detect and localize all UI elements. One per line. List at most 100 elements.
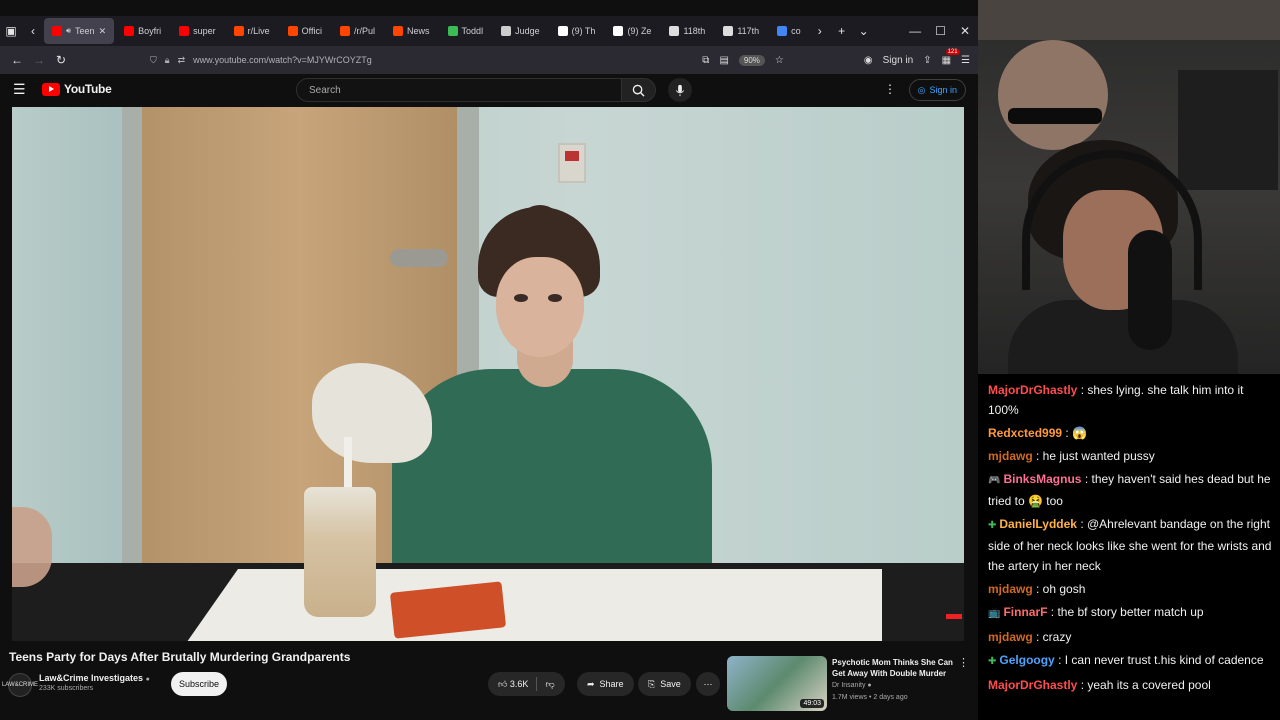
subscriber-count: 233K subscribers: [39, 685, 94, 692]
channel-avatar[interactable]: LAW&CRIME: [2, 673, 38, 697]
video-title: Teens Party for Days After Brutally Murd…: [9, 650, 351, 664]
save-label: Save: [660, 679, 681, 689]
chat-username[interactable]: Gelgoogy: [999, 653, 1054, 667]
app-menu-icon[interactable]: ☰: [961, 55, 970, 66]
recommended-video-more-icon[interactable]: ⋮: [958, 656, 969, 669]
maximize-icon[interactable]: ☐: [935, 24, 946, 38]
tab-label: co: [791, 26, 801, 36]
recommended-video-thumbnail[interactable]: 49:03: [727, 656, 827, 711]
shield-icon[interactable]: ⛉: [150, 55, 157, 66]
thumbs-down-icon: 👎︎: [545, 678, 555, 689]
tab-overview-icon[interactable]: ▣: [0, 20, 22, 42]
youtube-logo[interactable]: YouTube: [42, 82, 112, 96]
recommended-video-meta: 1.7M views • 2 days ago: [832, 694, 908, 701]
browser-tab[interactable]: (9) Th: [550, 18, 604, 44]
subscribe-button[interactable]: Subscribe: [171, 672, 228, 696]
webcam-background: [1178, 70, 1278, 190]
chat-username[interactable]: mjdawg: [988, 449, 1033, 463]
zoom-level[interactable]: 90%: [738, 54, 765, 66]
picture-in-picture-icon[interactable]: ⧉: [702, 55, 709, 66]
chat-username[interactable]: MajorDrGhastly: [988, 678, 1077, 692]
more-actions-button[interactable]: ⋯: [696, 672, 720, 696]
extensions-icon[interactable]: ⇪: [923, 55, 931, 66]
tab-favicon-icon: [393, 26, 404, 36]
browser-tab[interactable]: 117th: [715, 18, 767, 44]
tab-scroll-left-icon[interactable]: ‹: [22, 20, 44, 42]
chat-username[interactable]: MajorDrGhastly: [988, 383, 1077, 397]
browser-tab[interactable]: Offici: [280, 18, 330, 44]
chat-username[interactable]: FinnarF: [1003, 605, 1047, 619]
browser-tab[interactable]: Toddl: [440, 18, 492, 44]
tab-label: 118th: [683, 26, 706, 36]
audio-playing-icon[interactable]: 🔊︎: [66, 26, 71, 36]
back-icon[interactable]: ←: [6, 49, 28, 71]
chat-message: 📺 FinnarF : the bf story better match up: [988, 602, 1272, 624]
browser-tab[interactable]: /r/Pul: [332, 18, 383, 44]
video-player[interactable]: [12, 107, 964, 641]
browser-tab[interactable]: 🔊︎ Teen ✕: [44, 18, 115, 44]
url-text[interactable]: www.youtube.com/watch?v=MJYWrCOYZTg: [193, 55, 372, 65]
browser-tab[interactable]: 118th: [661, 18, 713, 44]
voice-search-button[interactable]: [668, 78, 692, 102]
browser-tab[interactable]: super: [171, 18, 224, 44]
like-button[interactable]: 👍︎ 3.6K: [498, 679, 528, 690]
tab-bar: ▣ ‹ 🔊︎ Teen ✕ Boyfri super r/Live Offici/r/Pul…: [0, 16, 978, 46]
permissions-icon[interactable]: ⇄: [178, 55, 186, 66]
reload-icon[interactable]: ↻: [50, 49, 72, 71]
chat-text: : the bf story better match up: [1050, 605, 1204, 619]
extension-badge-icon[interactable]: ▦ 121: [942, 48, 960, 66]
chat-badge-icon: ✚: [988, 656, 997, 667]
youtube-sign-in-label: Sign in: [929, 85, 957, 95]
account-icon[interactable]: ◉: [864, 55, 873, 66]
guide-menu-icon[interactable]: ☰: [13, 81, 26, 98]
browser-tab[interactable]: Judge: [493, 18, 548, 44]
share-icon: ➦: [587, 678, 595, 689]
forward-icon[interactable]: →: [28, 49, 50, 71]
chat-username[interactable]: BinksMagnus: [1003, 472, 1081, 486]
bookmark-star-icon[interactable]: ☆: [775, 55, 784, 66]
reader-view-icon[interactable]: ▤: [719, 55, 728, 66]
video-progress-marker: [946, 614, 962, 619]
recommended-video-title[interactable]: Psychotic Mom Thinks She Can Get Away Wi…: [832, 657, 958, 679]
chat-username[interactable]: mjdawg: [988, 630, 1033, 644]
browser-window: ▣ ‹ 🔊︎ Teen ✕ Boyfri super r/Live Offici/r/Pul…: [0, 0, 978, 720]
tab-favicon-icon: [777, 26, 788, 36]
close-tab-icon[interactable]: ✕: [99, 26, 107, 37]
search-button[interactable]: [622, 78, 656, 102]
chat-username[interactable]: mjdawg: [988, 582, 1033, 596]
browser-tab[interactable]: co: [769, 18, 809, 44]
search-input[interactable]: Search: [296, 78, 622, 102]
minimize-icon[interactable]: —: [909, 24, 921, 38]
youtube-sign-in-button[interactable]: ◎ Sign in: [908, 79, 966, 101]
webcam-streamer: [1008, 300, 1238, 374]
browser-sign-in[interactable]: Sign in: [883, 55, 914, 66]
chat-text: : I can never trust t.his kind of cadenc…: [1058, 653, 1264, 667]
url-bar[interactable]: ⛉ 🔒︎ ⇄ www.youtube.com/watch?v=MJYWrCOYZ…: [150, 49, 770, 71]
browser-tab[interactable]: Boyfri: [116, 18, 169, 44]
chat-text: : 😱: [1065, 426, 1087, 440]
settings-more-icon[interactable]: ⋮: [884, 82, 896, 96]
chat-username[interactable]: DanielLyddek: [999, 517, 1077, 531]
chat-badge-icon: 🎮: [988, 475, 1001, 486]
tab-scroll-right-icon[interactable]: ›: [809, 20, 831, 42]
tab-favicon-icon: [179, 26, 190, 36]
share-button[interactable]: ➦ Share: [577, 672, 634, 696]
recommended-video-channel[interactable]: Dr Insanity ●: [832, 682, 872, 689]
chat-message: mjdawg : oh gosh: [988, 579, 1272, 599]
dislike-button[interactable]: 👎︎: [545, 679, 554, 690]
more-horizontal-icon: ⋯: [703, 678, 713, 689]
channel-name-text: Law&Crime Investigates: [39, 673, 144, 683]
new-tab-icon[interactable]: +: [831, 20, 853, 42]
tab-favicon-icon: [723, 26, 734, 36]
browser-tab[interactable]: r/Live: [226, 18, 278, 44]
close-window-icon[interactable]: ✕: [960, 24, 970, 38]
channel-name[interactable]: Law&Crime Investigates ●: [39, 673, 150, 683]
chat-username[interactable]: Redxcted999: [988, 426, 1062, 440]
chat-message: MajorDrGhastly : shes lying. she talk hi…: [988, 380, 1272, 420]
tab-favicon-icon: [287, 26, 298, 36]
save-button[interactable]: ⎘ Save: [638, 672, 691, 696]
list-tabs-icon[interactable]: ⌄: [853, 20, 875, 42]
youtube-header: ☰ YouTube Search ⋮ ◎ Sign in: [0, 74, 978, 107]
browser-tab[interactable]: News: [385, 18, 438, 44]
browser-tab[interactable]: (9) Ze: [605, 18, 659, 44]
